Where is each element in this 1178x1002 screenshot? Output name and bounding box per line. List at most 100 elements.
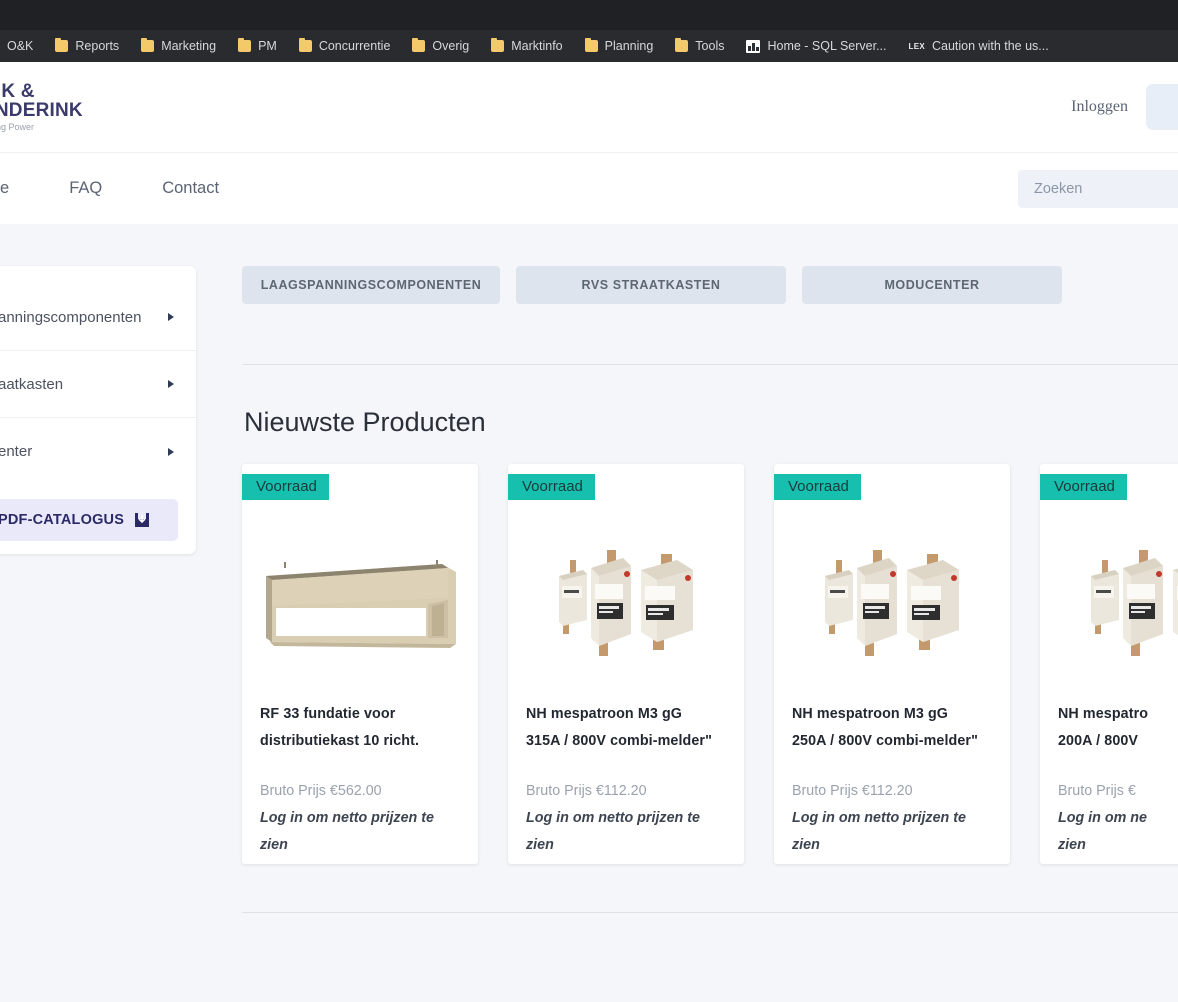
folder-icon: [55, 38, 69, 52]
product-title-line2: 200A / 800V: [1058, 733, 1139, 750]
section-divider-bottom: [242, 912, 1178, 913]
bookmark-label: PM: [258, 39, 277, 53]
browser-titlebar: [0, 0, 1178, 30]
product-card[interactable]: Voorraad RF 33 fundatie voor distributie…: [242, 464, 478, 864]
folder-icon: [141, 38, 155, 52]
status-badge: Voorraad: [508, 474, 595, 500]
tab-moducenter[interactable]: MODUCENTER: [802, 266, 1062, 304]
logo-tagline: ecting Power: [0, 122, 35, 133]
main-content: LAAGSPANNINGSCOMPONENTEN RVS STRAATKASTE…: [196, 266, 1178, 913]
bookmark-item[interactable]: Marktinfo: [480, 30, 573, 62]
status-badge: Voorraad: [1040, 474, 1127, 500]
bookmark-item[interactable]: PM: [227, 30, 288, 62]
nav-item-home[interactable]: e: [0, 179, 39, 198]
bookmark-item[interactable]: Concurrentie: [288, 30, 402, 62]
product-title-line1: NH mespatro: [1058, 706, 1149, 722]
bookmark-item[interactable]: Planning: [574, 30, 665, 62]
product-login-note-line1: Log in om netto prijzen te: [526, 809, 700, 826]
bookmark-label: Reports: [75, 39, 120, 53]
product-price: Bruto Prijs €112.20: [792, 782, 913, 799]
sidebar-item-label: enter: [0, 443, 33, 460]
bookmark-item[interactable]: Tools: [664, 30, 735, 62]
sidebar-item-label: anningscomponenten: [0, 308, 142, 326]
nav-item-faq[interactable]: FAQ: [39, 179, 132, 198]
caret-right-icon: [168, 380, 174, 388]
product-login-note-line1: Log in om ne: [1058, 809, 1147, 826]
product-login-note-line1: Log in om netto prijzen te: [260, 809, 434, 826]
product-login-note-line2: zien: [526, 836, 554, 853]
product-info: NH mespatro 200A / 800V Bruto Prijs € Lo…: [1040, 701, 1178, 859]
bookmark-item[interactable]: LEX Caution with the us...: [898, 30, 1060, 62]
product-card[interactable]: Voorraad: [774, 464, 1010, 864]
product-price: Bruto Prijs €112.20: [526, 782, 647, 799]
folder-icon: [238, 38, 252, 52]
bookmark-label: Planning: [604, 39, 654, 53]
sql-server-icon: [746, 39, 761, 53]
bookmark-item[interactable]: O&K: [0, 30, 44, 62]
download-icon: [134, 512, 150, 528]
bookmark-label: Overig: [432, 39, 470, 53]
product-title-line1: NH mespatroon M3 gG: [792, 706, 949, 722]
nav-items: e FAQ Contact: [0, 179, 249, 198]
header-actions: Inloggen: [1071, 84, 1178, 130]
foundation-box-image: [242, 506, 478, 701]
lex-icon: LEX: [908, 41, 925, 51]
bookmark-label: Tools: [695, 39, 725, 53]
login-link[interactable]: Inloggen: [1071, 98, 1128, 116]
tab-rvs-straatkasten[interactable]: RVS STRAATKASTEN: [516, 266, 786, 304]
section-divider-top: [242, 364, 1178, 365]
product-login-note-line2: zien: [1058, 836, 1086, 853]
nh-fuse-image: [774, 506, 1010, 701]
nh-fuse-image: [508, 506, 744, 701]
nav-item-contact[interactable]: Contact: [132, 179, 249, 198]
bookmark-item[interactable]: Marketing: [130, 30, 227, 62]
bookmark-label: O&K: [7, 39, 34, 53]
status-badge: Voorraad: [242, 474, 329, 500]
caret-right-icon: [168, 313, 174, 321]
folder-icon: [675, 38, 689, 52]
product-info: RF 33 fundatie voor distributiekast 10 r…: [242, 701, 478, 859]
sidebar-item-rvs-straatkasten[interactable]: aatkasten: [0, 351, 196, 418]
product-price: Bruto Prijs €: [1058, 782, 1136, 799]
bookmark-label: Concurrentie: [318, 39, 391, 53]
folder-icon: [298, 38, 312, 52]
primary-nav: e FAQ Contact Zoeken: [0, 152, 1178, 224]
bookmark-label: Caution with the us...: [931, 39, 1049, 53]
product-title-line2: 250A / 800V combi-melder": [792, 733, 978, 750]
product-title-line1: RF 33 fundatie voor: [260, 706, 396, 722]
category-tabs: LAAGSPANNINGSCOMPONENTEN RVS STRAATKASTE…: [242, 266, 1178, 304]
product-card[interactable]: Voorraad: [508, 464, 744, 864]
bookmark-label: Home - SQL Server...: [767, 39, 887, 53]
folder-icon: [584, 38, 598, 52]
nh-fuse-image: [1040, 506, 1178, 701]
product-login-note-line2: zien: [260, 836, 288, 853]
company-logo[interactable]: INK & ENDERINK ecting Power: [0, 81, 83, 133]
caret-right-icon: [168, 447, 174, 456]
bookmark-item[interactable]: Overig: [401, 30, 480, 62]
search-input[interactable]: Zoeken: [1018, 169, 1178, 208]
bookmark-item[interactable]: Reports: [44, 30, 130, 62]
product-login-note-line2: zien: [792, 836, 820, 853]
bookmark-label: Marktinfo: [511, 39, 563, 53]
pdf-catalogus-button[interactable]: PDF-CATALOGUS: [0, 499, 178, 541]
product-price: Bruto Prijs €562.00: [260, 782, 382, 799]
tab-laagspanningscomponenten[interactable]: LAAGSPANNINGSCOMPONENTEN: [242, 266, 500, 304]
product-grid: Voorraad RF 33 fundatie voor distributie…: [242, 464, 1178, 864]
logo-line-2: ENDERINK: [0, 99, 83, 121]
category-sidebar: anningscomponenten aatkasten enter PDF-C…: [0, 266, 196, 554]
cart-icon[interactable]: [1146, 84, 1178, 130]
product-title-line2: distributiekast 10 richt.: [260, 733, 420, 750]
bookmark-item[interactable]: Home - SQL Server...: [735, 30, 897, 62]
sidebar-item-label: aatkasten: [0, 375, 64, 393]
page-body: anningscomponenten aatkasten enter PDF-C…: [0, 224, 1178, 913]
status-badge: Voorraad: [774, 474, 861, 500]
sidebar-item-moducenter[interactable]: enter: [0, 418, 196, 485]
sidebar-item-laagspanningscomponenten[interactable]: anningscomponenten: [0, 284, 196, 351]
product-title-line2: 315A / 800V combi-melder": [526, 733, 712, 750]
folder-icon: [491, 38, 505, 52]
product-card[interactable]: Voorraad: [1040, 464, 1178, 864]
product-title-line1: NH mespatroon M3 gG: [526, 706, 683, 722]
pdf-catalogus-label: PDF-CATALOGUS: [0, 512, 125, 528]
product-login-note-line1: Log in om netto prijzen te: [792, 809, 966, 826]
bookmarks-bar: O&K Reports Marketing PM Concurrentie Ov…: [0, 30, 1178, 62]
